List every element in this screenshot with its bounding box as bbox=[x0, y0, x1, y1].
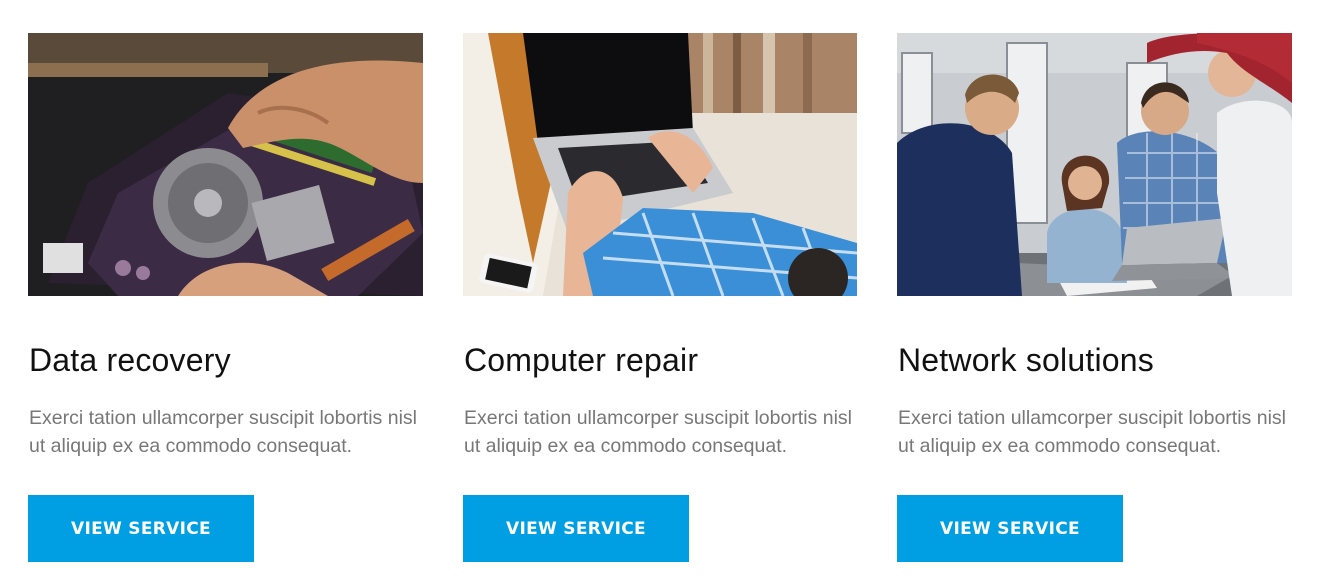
service-description: Exerci tation ullamcorper suscipit lobor… bbox=[29, 407, 417, 457]
service-card-data-recovery: Data recovery Exerci tation ullamcorper … bbox=[28, 33, 423, 563]
service-card-network-solutions: Network solutions Exerci tation ullamcor… bbox=[897, 33, 1292, 563]
view-service-button[interactable]: VIEW SERVICE bbox=[897, 495, 1123, 562]
service-title: Computer repair bbox=[464, 342, 699, 378]
person-with-laptop-on-sofa-photo[interactable] bbox=[463, 33, 857, 296]
service-title: Network solutions bbox=[898, 342, 1154, 378]
services-section: Data recovery Exerci tation ullamcorper … bbox=[0, 0, 1321, 579]
service-card-computer-repair: Computer repair Exerci tation ullamcorpe… bbox=[463, 33, 857, 563]
hands-repairing-motherboard-photo[interactable] bbox=[28, 33, 423, 296]
view-service-button[interactable]: VIEW SERVICE bbox=[28, 495, 254, 562]
team-around-laptop-photo[interactable] bbox=[897, 33, 1292, 296]
view-service-button[interactable]: VIEW SERVICE bbox=[463, 495, 689, 562]
service-description: Exerci tation ullamcorper suscipit lobor… bbox=[898, 407, 1286, 457]
service-title: Data recovery bbox=[29, 342, 231, 378]
service-description: Exerci tation ullamcorper suscipit lobor… bbox=[464, 407, 852, 457]
